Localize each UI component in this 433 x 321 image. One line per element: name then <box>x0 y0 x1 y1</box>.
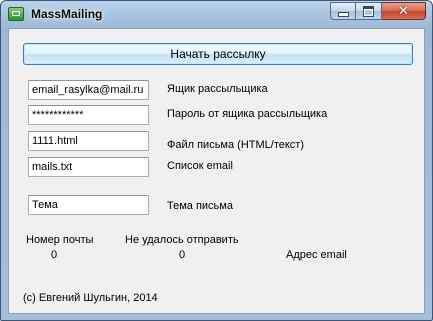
mailbox-label: Ящик рассыльщика <box>167 83 268 95</box>
maximize-button[interactable] <box>356 2 382 20</box>
letter-file-input[interactable]: 1111.html <box>28 131 149 151</box>
letter-file-label: Файл письма (HTML/текст) <box>167 139 305 151</box>
failed-count-value: 0 <box>179 249 186 261</box>
mailbox-input[interactable]: email_rasylka@mail.ru <box>28 80 149 100</box>
subject-input[interactable]: Тема <box>28 195 149 215</box>
password-input[interactable]: ************ <box>28 105 149 125</box>
app-icon <box>8 7 24 21</box>
title-bar[interactable]: MassMailing ✕ <box>1 1 432 28</box>
email-list-label: Список email <box>167 160 233 172</box>
close-button[interactable]: ✕ <box>382 2 426 20</box>
password-label: Пароль от ящика рассыльщика <box>167 108 328 120</box>
close-icon: ✕ <box>398 3 409 19</box>
window-title: MassMailing <box>31 7 103 21</box>
current-address-label: Адрес email <box>286 249 347 261</box>
minimize-icon <box>337 11 349 17</box>
subject-label: Тема письма <box>167 200 233 212</box>
email-list-input[interactable]: mails.txt <box>28 157 149 177</box>
caption-buttons: ✕ <box>330 2 426 21</box>
form-client-area: Начать рассылку email_rasylka@mail.ru Ящ… <box>8 28 425 314</box>
copyright-text: (c) Евгений Шульгин, 2014 <box>23 292 158 304</box>
mail-number-value: 0 <box>51 249 58 261</box>
app-window: MassMailing ✕ Начать рассылку email_rasy… <box>0 0 433 321</box>
failed-label: Не удалось отправить <box>125 234 239 246</box>
maximize-icon <box>363 5 374 17</box>
start-mailing-button[interactable]: Начать рассылку <box>23 43 413 65</box>
minimize-button[interactable] <box>330 2 356 20</box>
mail-number-label: Номер почты <box>26 234 94 246</box>
